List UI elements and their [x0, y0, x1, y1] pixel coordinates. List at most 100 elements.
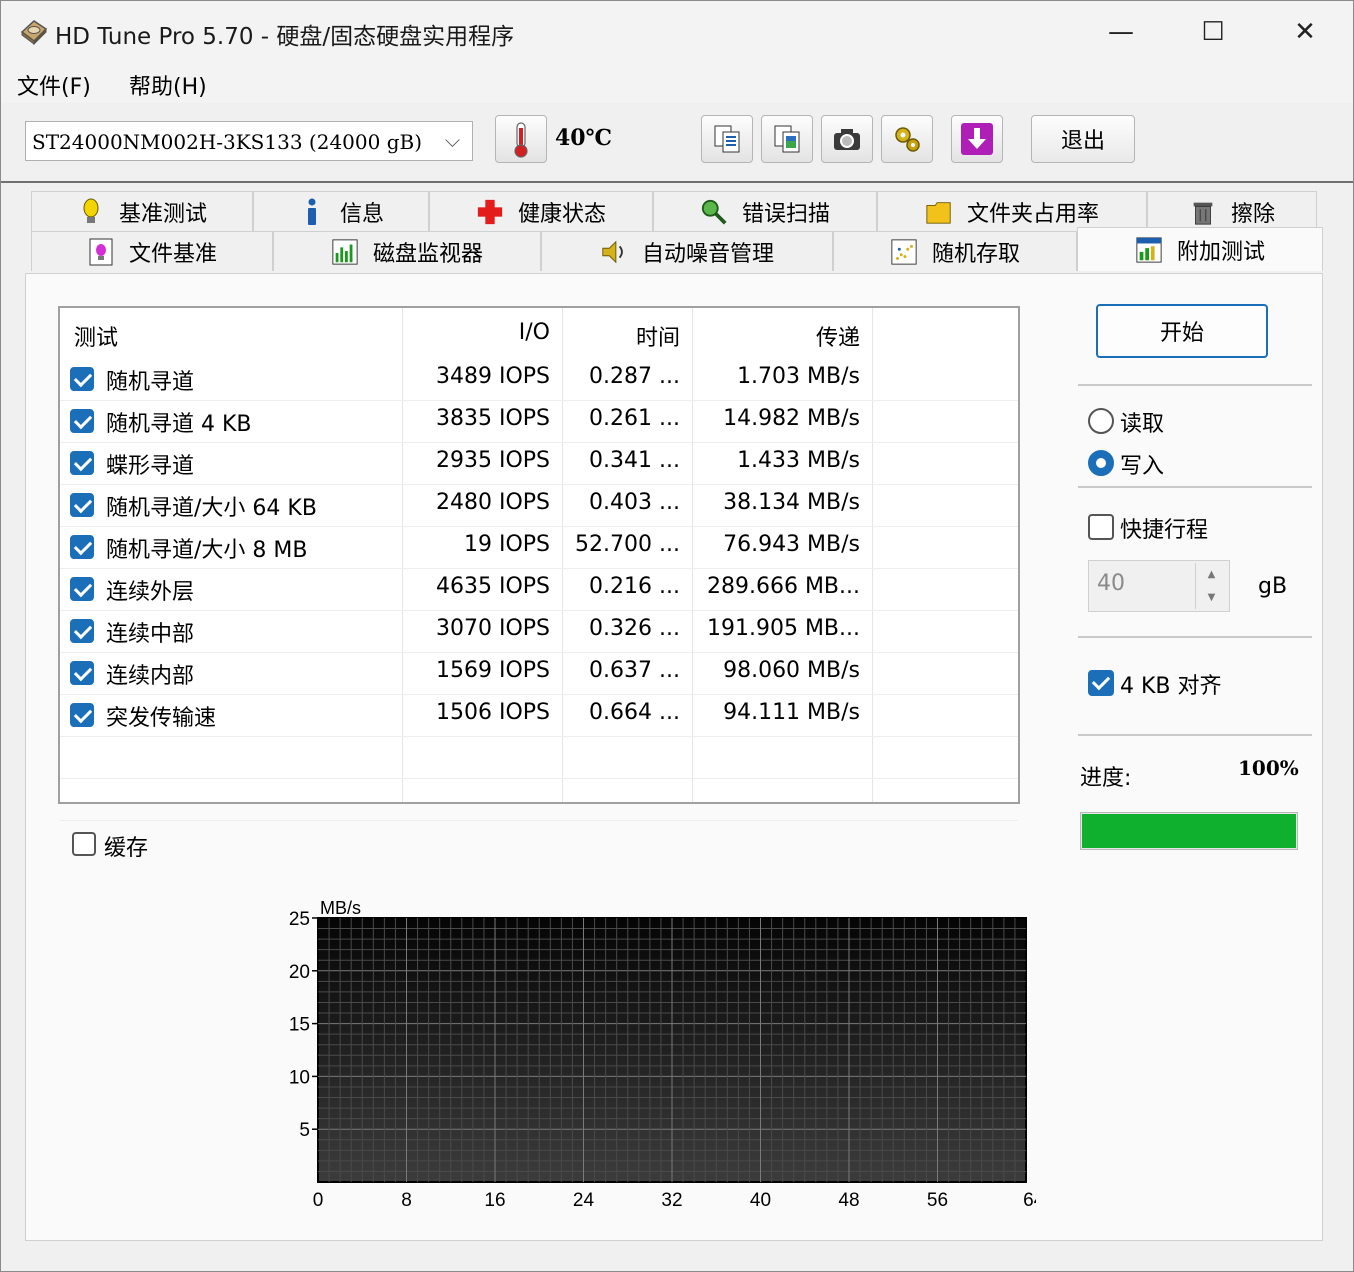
- tab-noise-management[interactable]: 自动噪音管理: [541, 231, 833, 271]
- cache-label: 缓存: [104, 836, 149, 861]
- short-stroke-checkbox[interactable]: [1088, 514, 1114, 540]
- tab-file-benchmark[interactable]: 文件基准: [31, 231, 273, 271]
- x-tick-label: 24: [573, 1190, 595, 1211]
- divider: [1078, 734, 1312, 736]
- row-checkbox[interactable]: [70, 619, 94, 643]
- tab-benchmark[interactable]: 基准测试: [31, 191, 253, 231]
- copy-screenshot-button[interactable]: [761, 115, 813, 163]
- tab-error-scan-label: 错误扫描: [741, 201, 830, 227]
- row-checkbox[interactable]: [70, 577, 94, 601]
- header-transfer[interactable]: 传递: [692, 308, 860, 358]
- cell-io: 4635 IOPS: [435, 574, 550, 599]
- menu-file[interactable]: 文件(F): [17, 69, 91, 101]
- row-checkbox[interactable]: [70, 451, 94, 475]
- cell-test: 突发传输速: [106, 706, 217, 731]
- cell-io: 3070 IOPS: [435, 616, 550, 641]
- write-radio[interactable]: [1088, 450, 1114, 476]
- cell-io: 2480 IOPS: [435, 490, 550, 515]
- copy-info-button[interactable]: [701, 115, 753, 163]
- tab-extra-tests[interactable]: 附加测试: [1077, 227, 1323, 271]
- cell-test: 随机寻道/大小 64 KB: [106, 496, 317, 521]
- row-checkbox[interactable]: [70, 661, 94, 685]
- screenshot-button[interactable]: [821, 115, 873, 163]
- x-tick-label: 0: [313, 1190, 324, 1211]
- copy-screenshot-icon: [774, 125, 800, 153]
- short-stroke-input[interactable]: 40 ▲ ▼: [1088, 560, 1230, 612]
- cell-test: 连续内部: [106, 664, 195, 689]
- save-button[interactable]: [951, 115, 1003, 163]
- header-time[interactable]: 时间: [562, 308, 680, 358]
- maximize-button[interactable]: ☐: [1167, 1, 1259, 63]
- menu-help[interactable]: 帮助(H): [129, 69, 207, 101]
- speaker-icon: [602, 240, 623, 263]
- row-checkbox[interactable]: [70, 703, 94, 727]
- y-axis-label: MB/s: [320, 898, 361, 918]
- tab-health[interactable]: 健康状态: [429, 191, 653, 231]
- close-button[interactable]: ✕: [1259, 1, 1351, 63]
- tab-random-access[interactable]: 随机存取: [833, 231, 1077, 271]
- save-icon: [961, 123, 993, 155]
- header-io[interactable]: I/O: [402, 308, 550, 358]
- file-benchmark-icon: [89, 238, 113, 265]
- column-divider: [872, 308, 873, 802]
- tab-erase-label: 擦除: [1230, 201, 1275, 227]
- cell-test: 随机寻道: [106, 370, 195, 395]
- cell-time: 0.326 ...: [589, 616, 680, 641]
- tab-disk-monitor[interactable]: 磁盘监视器: [273, 231, 541, 271]
- folder-icon: [926, 201, 951, 224]
- start-button[interactable]: 开始: [1096, 304, 1268, 358]
- exit-button[interactable]: 退出: [1031, 115, 1135, 163]
- divider: [1078, 636, 1312, 638]
- tab-folder-usage[interactable]: 文件夹占用率: [877, 191, 1147, 231]
- temperature-button[interactable]: [495, 115, 547, 163]
- cell-time: 0.403 ...: [589, 490, 680, 515]
- header-test[interactable]: 测试: [74, 308, 118, 358]
- divider: [1078, 384, 1312, 386]
- tab-info[interactable]: 信息: [253, 191, 429, 231]
- row-checkbox[interactable]: [70, 409, 94, 433]
- row-checkbox[interactable]: [70, 535, 94, 559]
- cache-checkbox[interactable]: [72, 832, 96, 856]
- spin-up-icon[interactable]: ▲: [1196, 563, 1227, 586]
- y-tick-label: 15: [289, 1015, 310, 1036]
- row-checkbox[interactable]: [70, 367, 94, 391]
- start-button-label: 开始: [1159, 321, 1204, 346]
- spin-down-icon[interactable]: ▼: [1196, 586, 1227, 609]
- menu-bar: 文件(F) 帮助(H): [1, 63, 1353, 103]
- row-divider: [60, 442, 1018, 443]
- progress-fill: [1082, 814, 1296, 848]
- camera-icon: [834, 129, 860, 150]
- tab-extra-tests-label: 附加测试: [1176, 239, 1265, 265]
- tab-benchmark-label: 基准测试: [118, 201, 207, 227]
- app-window: HD Tune Pro 5.70 - 硬盘/固态硬盘实用程序 — ☐ ✕ 文件(…: [0, 0, 1354, 1272]
- row-divider: [60, 736, 1018, 737]
- row-checkbox[interactable]: [70, 493, 94, 517]
- row-divider: [60, 484, 1018, 485]
- row-divider: [60, 526, 1018, 527]
- y-tick-label: 25: [289, 909, 310, 930]
- cell-time: 0.637 ...: [589, 658, 680, 683]
- short-stroke-value: 40: [1097, 571, 1125, 596]
- progress-label: 进度:: [1080, 766, 1132, 791]
- x-tick-label: 16: [484, 1190, 505, 1211]
- align-4kb-checkbox[interactable]: [1088, 670, 1114, 696]
- drive-select[interactable]: ST24000NM002H-3KS133 (24000 gB) ⌵: [25, 121, 473, 161]
- cell-transfer: 98.060 MB/s: [723, 658, 860, 683]
- minimize-button[interactable]: —: [1075, 1, 1167, 63]
- row-divider: [60, 568, 1018, 569]
- tab-error-scan[interactable]: 错误扫描: [653, 191, 877, 231]
- trash-icon: [1193, 202, 1213, 225]
- read-radio[interactable]: [1088, 408, 1114, 434]
- tab-noise-management-label: 自动噪音管理: [641, 241, 774, 267]
- cell-test: 随机寻道/大小 8 MB: [106, 538, 308, 563]
- hard-drive-icon: [20, 20, 48, 46]
- options-button[interactable]: [881, 115, 933, 163]
- tab-strip: 基准测试 信息 健康状态 错误扫描 文件夹占用率 擦除 文件基准 磁盘监视器 自…: [25, 187, 1325, 275]
- progress-bar: [1080, 812, 1298, 850]
- cell-transfer: 38.134 MB/s: [723, 490, 860, 515]
- row-divider: [60, 694, 1018, 695]
- scatter-icon: [891, 238, 917, 265]
- tab-erase[interactable]: 擦除: [1147, 191, 1317, 231]
- align-4kb-label: 4 KB 对齐: [1120, 674, 1222, 699]
- short-stroke-spinner: ▲ ▼: [1195, 563, 1227, 609]
